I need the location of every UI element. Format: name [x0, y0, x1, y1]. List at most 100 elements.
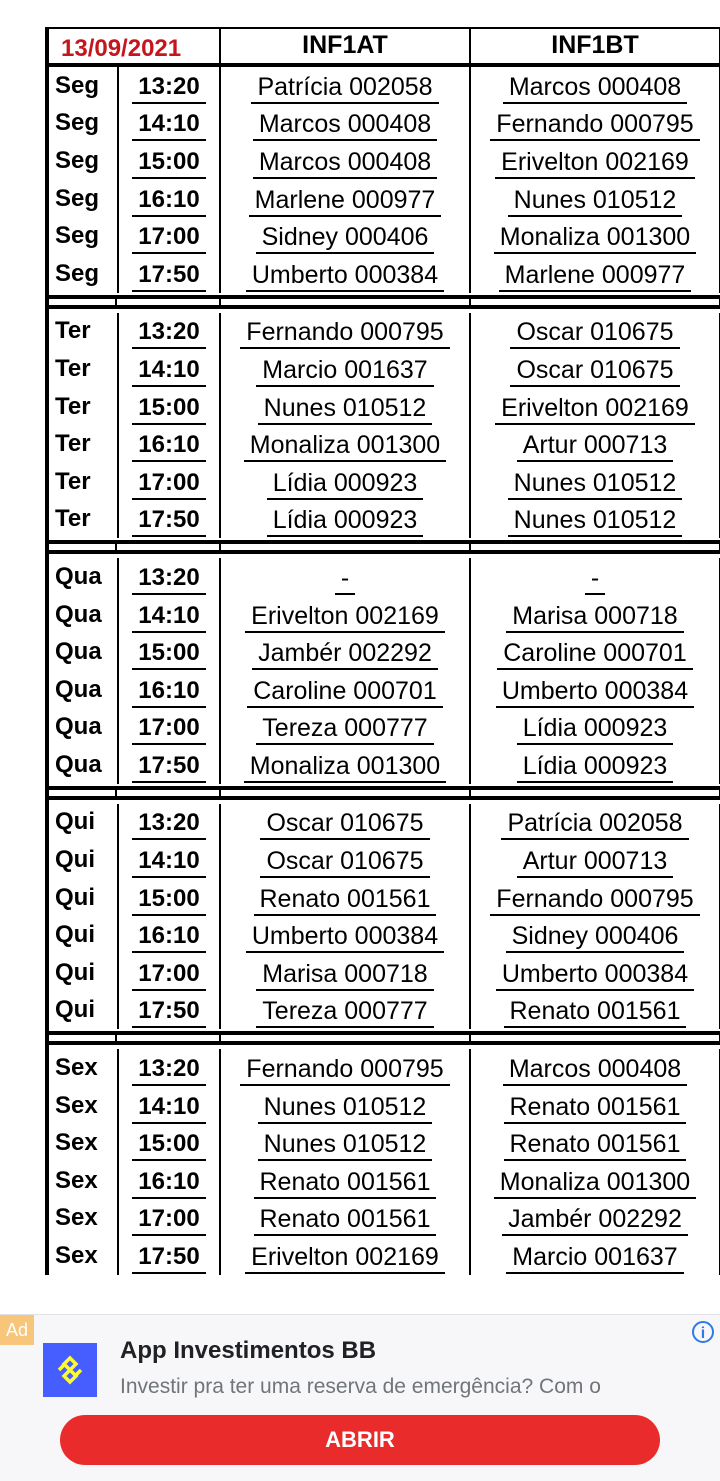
table-row: Ter 13:20 Fernando 000795 Oscar 010675	[49, 312, 720, 351]
day-cell: Qua	[55, 638, 102, 666]
inf1bt-text: Marcio 001637	[506, 1242, 684, 1275]
table-row: Qua 16:10 Caroline 000701 Umberto 000384	[49, 670, 720, 709]
inf1at-cell: Erivelton 002169	[221, 1237, 471, 1275]
inf1at-text: Lídia 000923	[266, 468, 424, 500]
inf1bt-text: Marcos 000408	[502, 1054, 688, 1087]
time-text: 13:20	[132, 808, 206, 841]
day-cell: Qui	[55, 808, 95, 836]
table-row: Qua 15:00 Jambér 002292 Caroline 000701	[49, 633, 720, 671]
divider	[115, 296, 117, 307]
info-icon[interactable]: i	[692, 1321, 714, 1343]
table-row: Qua 17:00 Tereza 000777 Lídia 000923	[49, 708, 720, 747]
day-cell: Seg	[55, 184, 100, 212]
inf1at-text: Renato 001561	[253, 1204, 437, 1237]
inf1at-text: Erivelton 002169	[245, 1242, 445, 1275]
ad-banner[interactable]: Ad i App Investimentos BB Investir pra t…	[0, 1314, 720, 1481]
day-cell: Qui	[55, 883, 95, 911]
table-row: Seg 17:00 Sidney 000406 Monaliza 001300	[49, 217, 720, 255]
inf1bt-cell: Fernando 000795	[471, 104, 720, 143]
table-row: Ter 14:10 Marcio 001637 Oscar 010675	[49, 350, 720, 388]
time-text: 14:10	[132, 846, 206, 879]
inf1at-text: Renato 001561	[253, 884, 437, 916]
inf1bt-cell: Artur 000713	[471, 841, 720, 879]
inf1bt-cell: Renato 001561	[471, 1124, 720, 1163]
divider	[115, 787, 117, 798]
day-cell: Qui	[55, 958, 95, 986]
day-cell: Qua	[55, 750, 102, 778]
inf1at-cell: Patrícia 002058	[221, 67, 471, 105]
table-row: Seg 16:10 Marlene 000977 Nunes 010512	[49, 179, 720, 218]
divider	[219, 296, 221, 307]
schedule-table: 13/09/2021 INF1AT INF1BT Seg 13:20 Patríci…	[45, 27, 720, 1275]
day-cell: Sex	[55, 1129, 98, 1157]
inf1bt-cell: Lídia 000923	[471, 708, 720, 747]
divider	[115, 1033, 117, 1044]
day-block: Ter 13:20 Fernando 000795 Oscar 010675 Ter 14…	[45, 312, 720, 539]
inf1bt-cell: Erivelton 002169	[471, 387, 720, 426]
time-cell: 14:10	[117, 350, 221, 388]
inf1bt-text: Monaliza 001300	[493, 1167, 697, 1199]
inf1bt-cell: Marcio 001637	[471, 1237, 720, 1275]
open-button[interactable]: ABRIR	[60, 1415, 660, 1465]
inf1at-cell: Umberto 000384	[221, 254, 471, 293]
day-cell: Ter	[55, 317, 91, 345]
divider	[469, 1033, 471, 1044]
time-text: 16:10	[132, 921, 206, 954]
ad-badge: Ad	[0, 1315, 34, 1345]
schedule-body: Seg 13:20 Patrícia 002058 Marcos 000408 Seg 1…	[45, 67, 720, 1275]
time-text: 14:10	[132, 109, 206, 142]
inf1bt-cell: Umberto 000384	[471, 670, 720, 709]
table-row: Qua 13:20 - -	[49, 558, 720, 596]
inf1at-text: Oscar 010675	[260, 808, 430, 841]
ad-title[interactable]: App Investimentos BB	[120, 1337, 376, 1365]
inf1bt-cell: Sidney 000406	[471, 916, 720, 955]
time-cell: 14:10	[117, 595, 221, 634]
divider	[219, 542, 221, 553]
time-text: 17:00	[132, 468, 206, 500]
inf1at-text: Fernando 000795	[240, 317, 450, 350]
table-row: Sex 17:00 Renato 001561 Jambér 002292	[49, 1199, 720, 1238]
table-row: Ter 15:00 Nunes 010512 Erivelton 002169	[49, 387, 720, 426]
divider	[219, 787, 221, 798]
day-block: Qui 13:20 Oscar 010675 Patrícia 002058 Qui 14…	[45, 803, 720, 1030]
day-block: Qua 13:20 - - Qua 14:10 Erivelton 002169 Marisa…	[45, 558, 720, 784]
time-text: 13:20	[132, 317, 206, 350]
time-cell: 13:20	[117, 312, 221, 351]
inf1bt-cell: Monaliza 001300	[471, 1162, 720, 1200]
divider	[49, 1031, 720, 1036]
inf1at-text: Marlene 000977	[248, 185, 442, 217]
divider	[49, 294, 720, 299]
table-row: Qui 16:10 Umberto 000384 Sidney 000406	[49, 916, 720, 955]
inf1bt-text: Erivelton 002169	[495, 147, 695, 179]
time-cell: 13:20	[117, 803, 221, 842]
time-text: 17:50	[132, 505, 206, 538]
inf1bt-cell: Lídia 000923	[471, 746, 720, 784]
table-row: Ter 16:10 Monaliza 001300 Artur 000713	[49, 425, 720, 463]
day-block: Sex 13:20 Fernando 000795 Marcos 000408 Sex 1…	[45, 1049, 720, 1275]
inf1bt-cell: Nunes 010512	[471, 462, 720, 501]
inf1at-text: Sidney 000406	[255, 222, 435, 255]
inf1at-text: Marisa 000718	[256, 959, 434, 991]
day-cell: Seg	[55, 109, 100, 137]
time-cell: 13:20	[117, 67, 221, 105]
time-cell: 15:00	[117, 878, 221, 917]
time-text: 14:10	[132, 1092, 206, 1124]
inf1bt-text: Umberto 000384	[495, 676, 695, 708]
table-row: Qui 15:00 Renato 001561 Fernando 000795	[49, 878, 720, 917]
banco-do-brasil-logo-icon[interactable]	[43, 1343, 97, 1397]
inf1bt-cell: Umberto 000384	[471, 954, 720, 992]
time-text: 17:50	[132, 996, 206, 1029]
day-cell: Ter	[55, 392, 91, 420]
divider	[219, 1033, 221, 1044]
time-cell: 13:20	[117, 558, 221, 596]
table-row: Ter 17:50 Lídia 000923 Nunes 010512	[49, 500, 720, 539]
inf1bt-text: Nunes 010512	[507, 185, 683, 217]
time-cell: 17:50	[117, 1237, 221, 1275]
table-row: Sex 14:10 Nunes 010512 Renato 001561	[49, 1086, 720, 1125]
inf1at-cell: Umberto 000384	[221, 916, 471, 955]
inf1bt-cell: Marcos 000408	[471, 1049, 720, 1087]
inf1at-cell: Fernando 000795	[221, 1049, 471, 1087]
day-cell: Ter	[55, 505, 91, 533]
inf1bt-cell: Jambér 002292	[471, 1199, 720, 1238]
day-separator	[45, 538, 720, 559]
